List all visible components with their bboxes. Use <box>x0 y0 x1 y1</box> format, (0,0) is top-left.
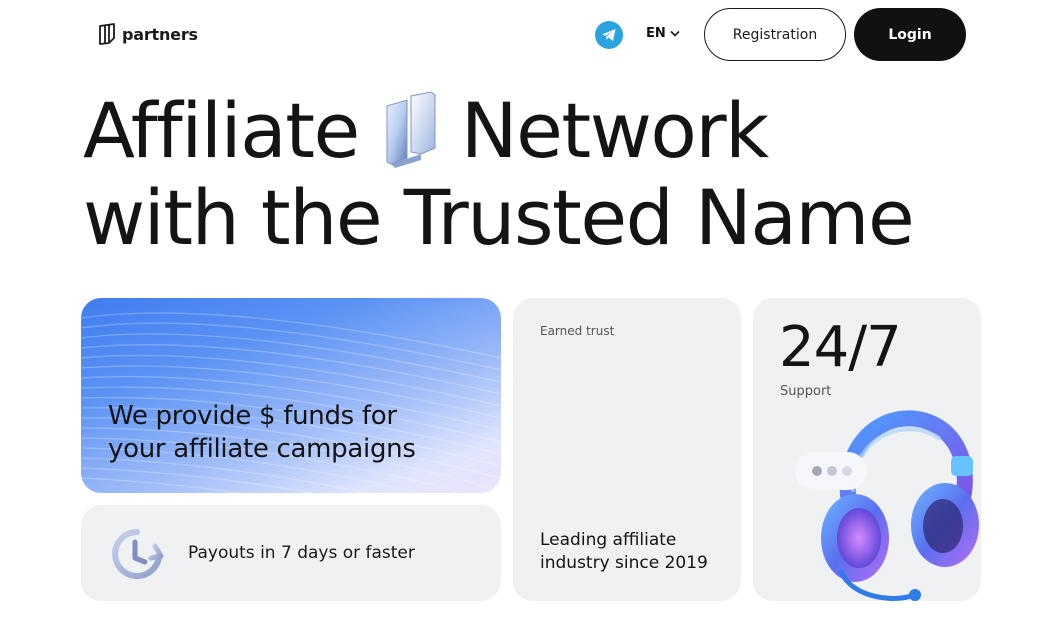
login-button[interactable]: Login <box>854 8 966 61</box>
brand-3d-icon <box>386 92 436 168</box>
telegram-icon <box>602 29 616 41</box>
payouts-text: Payouts in 7 days or faster <box>188 543 415 563</box>
chat-bubble-icon <box>795 452 867 490</box>
hero-word-affiliate: Affiliate <box>83 86 360 175</box>
funds-text: We provide $ funds for your affiliate ca… <box>108 400 416 466</box>
clock-icon <box>112 529 164 579</box>
funds-text-line1: We provide $ funds for <box>108 401 397 431</box>
trust-text: Leading affiliate industry since 2019 <box>540 529 708 575</box>
language-label: EN <box>646 26 666 41</box>
support-hours: 24/7 <box>779 315 902 380</box>
telegram-button[interactable] <box>595 21 623 49</box>
trust-card[interactable]: Earned trust Leading affiliate industry … <box>513 298 741 601</box>
language-selector[interactable]: EN <box>646 26 680 41</box>
hero-title-line1: Affiliate Network <box>83 86 769 175</box>
hero-title-line2: with the Trusted Name <box>83 173 915 262</box>
page: partners EN Registration Login Affiliate <box>0 0 1059 626</box>
registration-button[interactable]: Registration <box>704 8 846 61</box>
logo-icon <box>99 23 115 45</box>
trust-text-line2: industry since 2019 <box>540 553 708 573</box>
chevron-down-icon <box>670 30 680 37</box>
funds-card[interactable]: We provide $ funds for your affiliate ca… <box>81 298 501 493</box>
payouts-card[interactable]: Payouts in 7 days or faster <box>81 505 501 601</box>
headphones-icon <box>795 410 979 601</box>
trust-label: Earned trust <box>540 324 615 338</box>
funds-text-line2: your affiliate campaigns <box>108 434 416 464</box>
logo[interactable]: partners <box>98 23 198 45</box>
hero-word-network: Network <box>460 86 769 175</box>
trust-text-line1: Leading affiliate <box>540 530 677 550</box>
support-card[interactable]: 24/7 Support <box>753 298 981 601</box>
logo-text: partners <box>122 24 198 44</box>
